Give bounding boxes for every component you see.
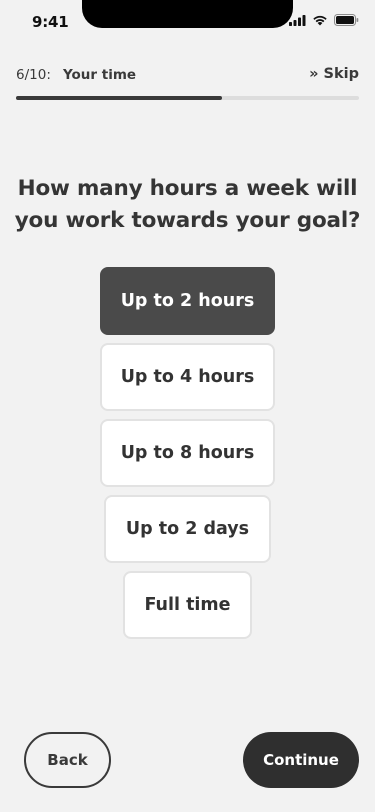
question-heading: How many hours a week will you work towa… (14, 176, 361, 233)
battery-icon (334, 14, 359, 26)
device-notch (82, 0, 293, 28)
progress-bar (16, 96, 359, 100)
status-bar: 9:41 (0, 0, 375, 44)
back-button[interactable]: Back (24, 732, 111, 788)
status-time: 9:41 (32, 13, 69, 31)
wifi-icon (312, 15, 328, 26)
progress-bar-fill (16, 96, 222, 100)
status-icons (289, 14, 359, 26)
option-up-to-2-days[interactable]: Up to 2 days (104, 495, 271, 563)
step-counter: 6/10: (16, 67, 51, 83)
cellular-signal-icon (289, 14, 306, 26)
option-up-to-2-hours[interactable]: Up to 2 hours (100, 267, 275, 335)
skip-button[interactable]: » Skip (309, 66, 359, 82)
step-title: Your time (63, 67, 137, 83)
option-full-time[interactable]: Full time (123, 571, 252, 639)
progress-header: 6/10: Your time » Skip (16, 66, 359, 86)
option-up-to-8-hours[interactable]: Up to 8 hours (100, 419, 275, 487)
option-up-to-4-hours[interactable]: Up to 4 hours (100, 343, 275, 411)
continue-button[interactable]: Continue (243, 732, 359, 788)
